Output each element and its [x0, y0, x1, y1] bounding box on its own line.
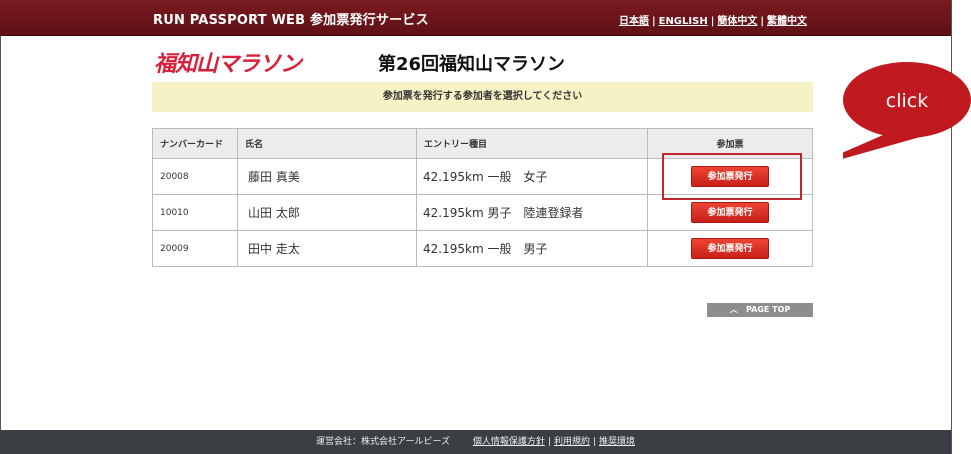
terms-link[interactable]: 利用規約 — [554, 437, 590, 447]
callout-bubble: click — [843, 62, 971, 159]
entry-cell: 42.195km 男子 陸連登録者 — [416, 194, 648, 231]
page-top-button[interactable]: ︿ PAGE TOP — [707, 303, 813, 317]
footer: 運営会社：株式会社アールビーズ 個人情報保護方針 | 利用規約 | 推奨環境 — [0, 430, 951, 454]
highlight-box — [662, 153, 802, 200]
event-title: 第26回福知山マラソン — [378, 54, 566, 75]
header-bar: RUN PASSPORT WEB 参加票発行サービス 日本語 | ENGLISH | 簡… — [0, 0, 951, 36]
callout-text: click — [886, 90, 928, 112]
instruction-notice: 参加票を発行する参加者を選択してください — [152, 82, 813, 112]
separator: | — [547, 437, 551, 447]
separator: | — [592, 437, 596, 447]
entry-cell: 42.195km 一般 男子 — [416, 230, 648, 267]
column-header-entry: エントリー種目 — [416, 128, 648, 159]
page-top-label: PAGE TOP — [746, 305, 791, 314]
column-header-number: ナンバーカード — [152, 128, 238, 159]
event-logo: 福知山マラソン — [154, 52, 302, 77]
number-card-cell: 20008 — [152, 158, 238, 195]
name-cell: 田中 走太 — [237, 230, 417, 267]
separator: | — [651, 16, 656, 27]
lang-japanese-link[interactable]: 日本語 — [619, 16, 649, 27]
name-cell: 藤田 真美 — [237, 158, 417, 195]
chevron-up-icon: ︿ — [729, 305, 738, 314]
action-cell: 参加票発行 — [647, 230, 813, 267]
footer-company: 運営会社：株式会社アールビーズ — [315, 437, 450, 447]
language-links: 日本語 | ENGLISH | 簡体中文 | 繁體中文 — [619, 12, 807, 27]
privacy-policy-link[interactable]: 個人情報保護方針 — [473, 437, 545, 447]
number-card-cell: 10010 — [152, 194, 238, 231]
number-card-cell: 20009 — [152, 230, 238, 267]
entry-cell: 42.195km 一般 女子 — [416, 158, 648, 195]
click-callout: click — [843, 62, 971, 159]
table-row: 20009 田中 走太 42.195km 一般 男子 参加票発行 — [152, 230, 813, 267]
separator: | — [760, 16, 764, 27]
column-header-name: 氏名 — [237, 128, 417, 159]
issue-ticket-button[interactable]: 参加票発行 — [691, 202, 769, 223]
site-title: RUN PASSPORT WEB 参加票発行サービス — [153, 13, 429, 28]
lang-traditional-chinese-link[interactable]: 繁體中文 — [767, 16, 807, 27]
lang-simplified-chinese-link[interactable]: 簡体中文 — [717, 16, 757, 27]
separator: | — [710, 16, 715, 27]
name-cell: 山田 太郎 — [237, 194, 417, 231]
issue-ticket-button[interactable]: 参加票発行 — [691, 238, 769, 259]
recommended-env-link[interactable]: 推奨環境 — [599, 437, 635, 447]
lang-english-link[interactable]: ENGLISH — [659, 16, 708, 27]
